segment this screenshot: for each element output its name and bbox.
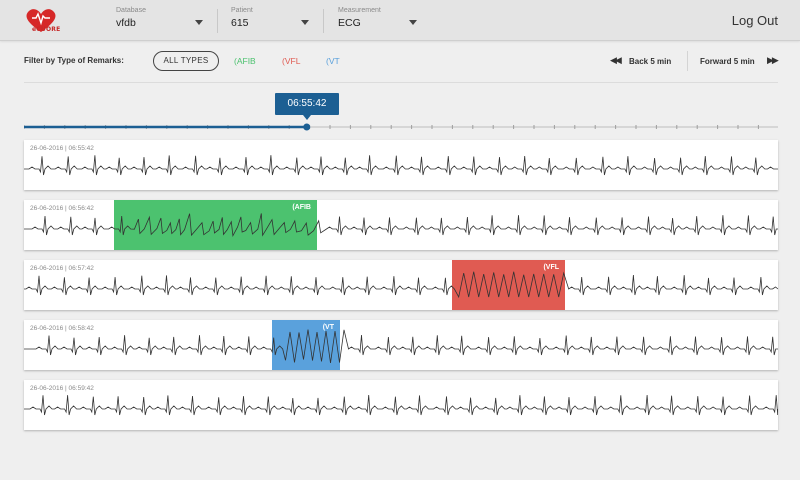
ecg-waveform <box>24 155 778 176</box>
ecg-waveform <box>24 329 778 363</box>
ecg-waveform <box>24 271 778 299</box>
ecg-trace <box>24 213 778 238</box>
header-divider <box>323 9 324 33</box>
chevron-down-icon <box>195 20 203 25</box>
timeline-knob[interactable] <box>303 123 311 131</box>
filter-label: Filter by Type of Remarks: <box>24 56 124 65</box>
ecg-waveform <box>24 394 778 416</box>
ecg-strip[interactable]: 26-06-2016 | 06:56:42 (AFIB <box>24 200 778 250</box>
strip-timestamp: 26-06-2016 | 06:58:42 <box>30 325 94 332</box>
chevron-down-icon <box>301 20 309 25</box>
ecg-strip[interactable]: 26-06-2016 | 06:57:42 (VFL <box>24 260 778 310</box>
strip-timestamp: 26-06-2016 | 06:57:42 <box>30 265 94 272</box>
strip-timestamp: 26-06-2016 | 06:56:42 <box>30 205 94 212</box>
back-5-min-button[interactable]: Back 5 min <box>629 57 671 66</box>
fast-forward-icon[interactable]: ▶▶ <box>767 55 779 66</box>
filter-afib-button[interactable]: (AFIB <box>234 56 256 66</box>
strip-timestamp: 26-06-2016 | 06:59:42 <box>30 385 94 392</box>
database-value: vfdb <box>116 17 136 29</box>
ecg-trace <box>24 329 778 363</box>
database-label: Database <box>116 7 146 14</box>
filter-vfl-button[interactable]: (VFL <box>282 56 300 66</box>
ecg-waveform <box>24 213 778 238</box>
measurement-label: Measurement <box>338 7 381 14</box>
current-time-badge: 06:55:42 <box>275 93 339 120</box>
nav-divider <box>687 51 688 71</box>
ecg-strip[interactable]: 26-06-2016 | 06:58:42 (VT <box>24 320 778 370</box>
filter-divider <box>24 82 778 83</box>
ecg-strip[interactable]: 26-06-2016 | 06:59:42 <box>24 380 778 430</box>
ecg-strip[interactable]: 26-06-2016 | 06:55:42 <box>24 140 778 190</box>
filter-all-types-button[interactable]: ALL TYPES <box>153 51 219 71</box>
rewind-icon[interactable]: ◀◀ <box>610 55 622 66</box>
logout-button[interactable]: Log Out <box>732 13 778 28</box>
patient-value: 615 <box>231 17 249 29</box>
top-bar: eCUORE Database vfdb Patient 615 Measure… <box>0 0 800 41</box>
strip-timestamp: 26-06-2016 | 06:55:42 <box>30 145 94 152</box>
ecg-trace <box>24 271 778 299</box>
forward-5-min-button[interactable]: Forward 5 min <box>700 57 755 66</box>
logo-text: eCUORE <box>32 26 61 33</box>
ecg-trace <box>24 155 778 176</box>
timeline-slider[interactable] <box>24 118 778 132</box>
chevron-down-icon <box>409 20 417 25</box>
header-divider <box>217 9 218 33</box>
ecg-trace <box>24 394 778 416</box>
patient-select[interactable]: Patient 615 <box>231 7 311 35</box>
filter-vt-button[interactable]: (VT <box>326 56 340 66</box>
patient-label: Patient <box>231 7 253 14</box>
measurement-value: ECG <box>338 17 361 29</box>
database-select[interactable]: Database vfdb <box>116 7 204 35</box>
measurement-select[interactable]: Measurement ECG <box>338 7 420 35</box>
